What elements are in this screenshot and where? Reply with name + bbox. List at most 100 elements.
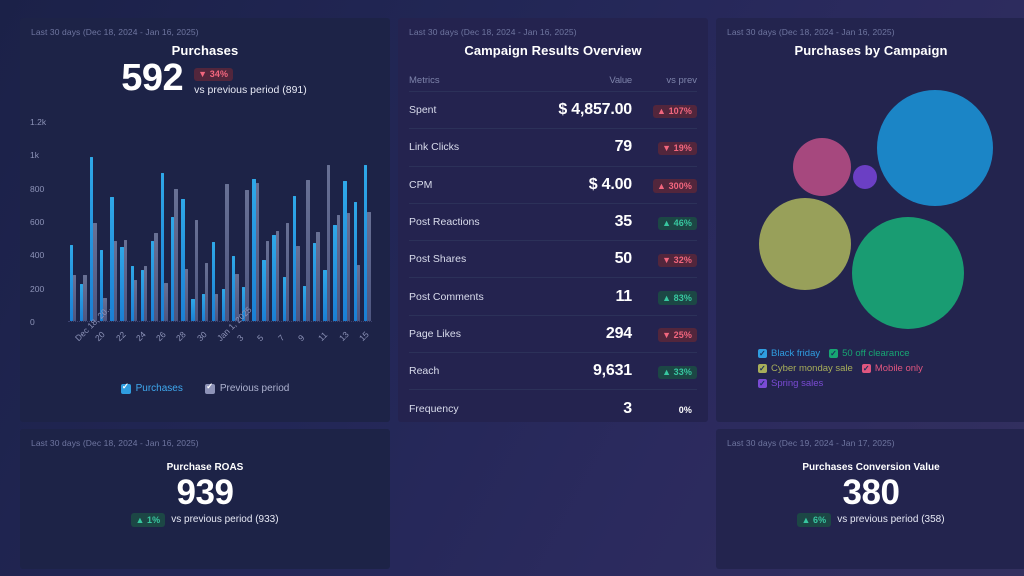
- bar-previous: [144, 266, 148, 321]
- purchases-conversion-value-subtitle: vs previous period (358): [837, 514, 945, 526]
- bar-group: [200, 122, 210, 321]
- x-axis-tick: 11: [316, 329, 330, 344]
- x-axis-tick: 28: [174, 329, 189, 344]
- table-row[interactable]: Post Reactions 35 ▲ 46%: [409, 204, 697, 242]
- legend-item-label: Purchases: [135, 383, 183, 394]
- checkbox-checked-icon[interactable]: [758, 376, 767, 391]
- checkbox-checked-icon[interactable]: [758, 361, 767, 376]
- bar-previous: [255, 183, 259, 321]
- cell-vs-prev: ▼ 25%: [641, 325, 697, 343]
- cell-vs-prev: ▲ 46%: [641, 213, 697, 231]
- delta-badge: ▼ 19%: [658, 141, 697, 156]
- cell-vs-prev: ▼ 32%: [641, 250, 697, 268]
- bar-group: [129, 122, 139, 321]
- panel-title-campaign-results: Campaign Results Overview: [464, 43, 642, 58]
- bar-previous: [164, 282, 168, 321]
- cell-vs-prev: ▲ 83%: [641, 288, 697, 306]
- dashboard: Last 30 days (Dec 18, 2024 - Jan 16, 202…: [0, 0, 1024, 576]
- bubble-cyber-monday-sale[interactable]: [759, 198, 851, 290]
- bubble-black-friday[interactable]: [877, 90, 993, 206]
- table-row[interactable]: Spent $ 4,857.00 ▲ 107%: [409, 92, 697, 130]
- bar-previous: [225, 184, 229, 321]
- y-axis-tick: 1.2k: [30, 117, 47, 127]
- checkbox-checked-icon[interactable]: [758, 346, 767, 361]
- daterange-campaign-results: Last 30 days (Dec 18, 2024 - Jan 16, 202…: [409, 27, 577, 37]
- cell-metric: Post Shares: [409, 253, 467, 266]
- delta-badge: ▲ 107%: [652, 104, 697, 119]
- bar-group: [311, 122, 321, 321]
- purchase-roas-value: 939: [176, 473, 234, 512]
- bubble-50-off-clearance[interactable]: [852, 217, 964, 329]
- y-axis-tick: 800: [30, 183, 45, 194]
- cell-vs-prev: ▲ 107%: [641, 101, 697, 119]
- bar-previous: [93, 223, 97, 321]
- checkbox-checked-icon[interactable]: [829, 346, 839, 361]
- bar-previous: [194, 219, 199, 321]
- table-row[interactable]: Post Comments 11 ▲ 83%: [409, 278, 697, 316]
- legend-item[interactable]: Purchases: [120, 381, 183, 394]
- bar-group: [291, 122, 301, 321]
- bar-group: [251, 122, 261, 321]
- legend-item[interactable]: Spring sales: [758, 376, 823, 391]
- column-header-vs-prev: vs prev: [666, 75, 697, 86]
- cell-metric: CPM: [409, 178, 433, 191]
- cell-vs-prev: ▲ 33%: [641, 362, 697, 380]
- cell-metric: Page Likes: [409, 327, 461, 340]
- x-axis-tick: 13: [336, 329, 351, 344]
- bar-group: [109, 122, 119, 321]
- legend-item[interactable]: Black friday: [758, 346, 820, 361]
- bar-group: [322, 122, 332, 321]
- checkbox-checked-icon[interactable]: [120, 381, 131, 394]
- table-row[interactable]: Post Shares 50 ▼ 32%: [409, 241, 697, 279]
- cell-vs-prev: ▼ 19%: [641, 138, 697, 156]
- bar-previous: [215, 294, 219, 321]
- checkbox-checked-icon[interactable]: [861, 361, 871, 376]
- table-row[interactable]: CPM $ 4.00 ▲ 300%: [409, 167, 697, 204]
- bar-group: [88, 122, 98, 321]
- bar-previous: [275, 230, 280, 321]
- cell-metric: Link Clicks: [409, 141, 460, 154]
- bubble-spring-sales[interactable]: [853, 165, 877, 189]
- daterange-purchases-by-campaign: Last 30 days (Dec 18, 2024 - Jan 16, 202…: [727, 27, 895, 37]
- bar-plot-area: [68, 122, 372, 322]
- bar-group: [230, 122, 240, 321]
- legend-item-label: Black friday: [771, 348, 821, 359]
- bubble-mobile-only[interactable]: [793, 138, 851, 196]
- checkbox-checked-icon[interactable]: [204, 381, 215, 394]
- table-header-row: Metrics Value vs prev: [409, 70, 697, 92]
- bar-group: [332, 122, 342, 321]
- delta-badge: ▼ 32%: [658, 253, 697, 268]
- table-row[interactable]: Frequency 3 0%: [409, 390, 697, 422]
- table-row[interactable]: Page Likes 294 ▼ 25%: [409, 316, 697, 354]
- cell-value: 294: [605, 324, 632, 342]
- panel-purchases-conversion-value: Last 30 days (Dec 19, 2024 - Jan 17, 202…: [716, 429, 1024, 569]
- delta-badge: ▲ 83%: [658, 291, 697, 305]
- x-axis-tick: 9: [296, 332, 307, 344]
- table-row[interactable]: Link Clicks 79 ▼ 19%: [409, 129, 697, 167]
- cell-value: $ 4,857.00: [558, 101, 632, 119]
- cell-value: 3: [623, 399, 632, 417]
- bar-group: [159, 122, 169, 321]
- bar-previous: [316, 232, 320, 321]
- bar-group: [362, 122, 372, 321]
- legend-item[interactable]: 50 off clearance: [829, 346, 910, 361]
- legend-item[interactable]: Previous period: [204, 381, 290, 394]
- bar-previous: [346, 213, 351, 321]
- bar-previous: [184, 268, 188, 321]
- legend-item[interactable]: Cyber monday sale: [758, 361, 853, 376]
- table-body: Spent $ 4,857.00 ▲ 107% Link Clicks 79 ▼ 19% C…: [409, 92, 697, 422]
- legend-item-label: Previous period: [219, 383, 290, 394]
- cell-value: 11: [615, 287, 632, 305]
- y-axis-tick: 0: [30, 317, 35, 327]
- cell-value: $ 4.00: [588, 175, 632, 193]
- legend-item[interactable]: Mobile only: [861, 361, 923, 376]
- bar-previous: [336, 214, 341, 321]
- bar-group: [190, 122, 200, 321]
- legend-item-label: Spring sales: [771, 378, 824, 389]
- daterange-purchases-conversion-value: Last 30 days (Dec 19, 2024 - Jan 17, 202…: [727, 438, 895, 448]
- bar-group: [119, 122, 129, 321]
- purchase-roas-footer: ▲ 1% vs previous period (933): [20, 513, 390, 527]
- column-header-value: Value: [609, 75, 632, 86]
- cell-vs-prev: 0%: [641, 400, 697, 418]
- table-row[interactable]: Reach 9,631 ▲ 33%: [409, 353, 697, 391]
